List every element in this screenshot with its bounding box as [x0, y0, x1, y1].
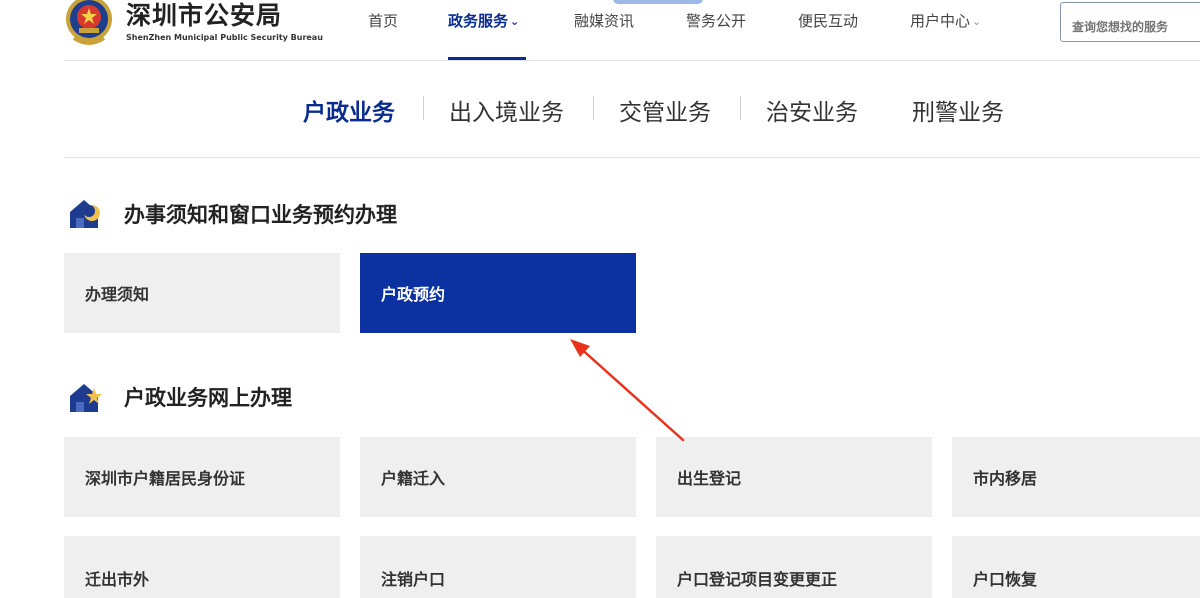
- header-divider: [64, 60, 1200, 61]
- search-input[interactable]: [1060, 2, 1200, 42]
- tile-household-appointment[interactable]: 户政预约: [360, 253, 636, 333]
- tab-criminal-investigation[interactable]: 刑警业务: [912, 93, 1004, 127]
- tile-birth-registration[interactable]: 出生登记: [656, 437, 932, 517]
- chevron-down-icon: ⌄: [510, 15, 520, 28]
- nav-public-interaction[interactable]: 便民互动: [798, 10, 858, 31]
- tab-divider: [740, 96, 741, 120]
- tab-traffic-management[interactable]: 交管业务: [619, 93, 711, 127]
- nav-police-affairs[interactable]: 警务公开: [686, 10, 746, 31]
- tile-label: 户口登记项目变更更正: [677, 570, 838, 589]
- nav-media-news-label: 融媒资讯: [574, 12, 635, 30]
- nav-user-center[interactable]: 用户中心 ⌄: [910, 10, 981, 31]
- nav-user-center-label: 用户中心: [910, 12, 971, 30]
- tile-move-in[interactable]: 户籍迁入: [360, 437, 636, 517]
- nav-police-affairs-label: 警务公开: [686, 12, 747, 30]
- annotation-arrow-icon: [570, 339, 685, 442]
- tab-household-registration[interactable]: 户政业务: [303, 93, 395, 127]
- decorative-badge: [613, 0, 703, 4]
- site-title: 深圳市公安局: [126, 1, 283, 30]
- tile-cancel-registration[interactable]: 注销户口: [360, 536, 636, 598]
- chevron-down-icon: ⌄: [972, 15, 982, 28]
- tile-label: 户政预约: [381, 285, 446, 304]
- tile-registration-restore[interactable]: 户口恢复: [952, 536, 1200, 598]
- tile-move-out[interactable]: 迁出市外: [64, 536, 340, 598]
- tile-label: 户口恢复: [973, 570, 1038, 589]
- tile-resident-id-card[interactable]: 深圳市户籍居民身份证: [64, 437, 340, 517]
- nav-media-news[interactable]: 融媒资讯: [574, 10, 634, 31]
- nav-public-interaction-label: 便民互动: [798, 12, 859, 30]
- section-title-online-services: 户政业务网上办理: [124, 386, 292, 410]
- tile-label: 注销户口: [381, 570, 446, 589]
- nav-government-services-label: 政务服务: [448, 12, 509, 30]
- tile-label: 出生登记: [677, 469, 742, 488]
- tile-instructions[interactable]: 办理须知: [64, 253, 340, 333]
- nav-home[interactable]: 首页: [368, 10, 398, 31]
- tab-divider: [423, 96, 424, 120]
- tile-intra-city-move[interactable]: 市内移居: [952, 437, 1200, 517]
- police-emblem-icon[interactable]: [64, 0, 114, 48]
- tile-label: 深圳市户籍居民身份证: [85, 469, 246, 488]
- house-star-icon: [70, 384, 102, 412]
- tile-label: 市内移居: [973, 469, 1038, 488]
- tab-public-security[interactable]: 治安业务: [766, 93, 858, 127]
- nav-government-services[interactable]: 政务服务 ⌄: [448, 10, 519, 31]
- tile-label: 户籍迁入: [381, 469, 446, 488]
- house-moon-icon: [70, 200, 100, 228]
- tab-divider: [593, 96, 594, 120]
- tile-label: 迁出市外: [85, 570, 150, 589]
- site-subtitle: ShenZhen Municipal Public Security Burea…: [126, 33, 323, 42]
- tile-label: 办理须知: [85, 285, 150, 304]
- category-divider: [64, 157, 1200, 158]
- section-title-appointments: 办事须知和窗口业务预约办理: [124, 203, 397, 227]
- tile-registration-change[interactable]: 户口登记项目变更更正: [656, 536, 932, 598]
- tab-exit-entry[interactable]: 出入境业务: [449, 93, 564, 127]
- site-header: 深圳市公安局 ShenZhen Municipal Public Securit…: [0, 0, 1200, 60]
- nav-home-label: 首页: [368, 12, 399, 30]
